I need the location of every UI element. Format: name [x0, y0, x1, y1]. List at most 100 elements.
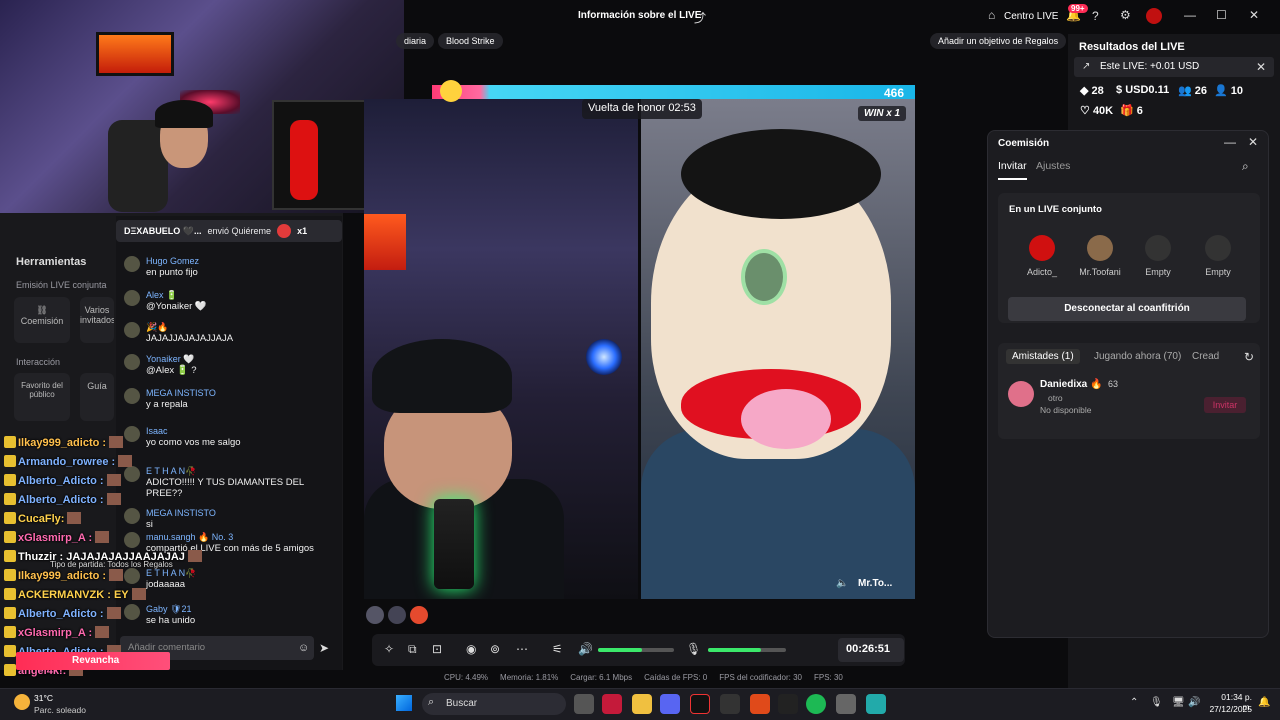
opponent-video: [641, 99, 915, 599]
overlay-text: CucaFly:: [18, 513, 65, 525]
results-earnings[interactable]: Este LIVE: +0.01 USD: [1074, 57, 1274, 77]
avatar[interactable]: [124, 354, 140, 370]
windows-start-icon[interactable]: [396, 695, 412, 711]
comment-author[interactable]: Alex 🔋: [146, 290, 177, 301]
battle-score: 466: [884, 86, 905, 100]
help-icon[interactable]: ?: [1092, 9, 1099, 23]
send-icon[interactable]: ➤: [319, 641, 329, 655]
discord-icon[interactable]: [660, 694, 680, 714]
disconnect-button[interactable]: Desconectar al coanfitrión: [1008, 297, 1246, 321]
clock-date[interactable]: 27/12/2025: [1208, 704, 1252, 714]
weather-temp: 31°C: [34, 693, 53, 703]
slot-host[interactable]: Adicto_: [1014, 235, 1070, 277]
speaker-icon[interactable]: 🔈: [836, 578, 848, 589]
home-icon[interactable]: ⌂: [988, 8, 995, 22]
slot-empty[interactable]: Empty: [1130, 235, 1186, 277]
emision-label: Emisión LIVE conjunta: [16, 280, 107, 290]
close-icon[interactable]: ✕: [1256, 60, 1266, 74]
refresh-icon[interactable]: ↻: [1244, 350, 1254, 364]
close-icon[interactable]: ✕: [1249, 8, 1259, 22]
record-icon[interactable]: ◉: [466, 642, 476, 656]
pill-blood-strike[interactable]: Blood Strike: [438, 33, 503, 49]
minimize-icon[interactable]: —: [1224, 135, 1236, 149]
users-icon: 👥: [1178, 85, 1192, 97]
opera-icon[interactable]: [602, 694, 622, 714]
share-icon[interactable]: ⤴: [694, 9, 706, 26]
invite-button[interactable]: Invitar: [1204, 397, 1246, 413]
maximize-icon[interactable]: ☐: [1216, 8, 1227, 22]
tiktok-icon[interactable]: [690, 694, 710, 714]
viewer-avatar[interactable]: [410, 606, 428, 624]
screen-icon[interactable]: ⊡: [432, 642, 442, 656]
slot-guest[interactable]: Mr.Toofani: [1072, 235, 1128, 277]
coemision-label: Coemisión: [20, 316, 64, 326]
guia-button[interactable]: Guía: [80, 373, 114, 421]
spotify-icon[interactable]: [806, 694, 826, 714]
brave-icon[interactable]: [750, 694, 770, 714]
overlay-text: Armando_rowree :: [18, 456, 116, 468]
friend-count: 63: [1108, 379, 1119, 389]
comment-author[interactable]: Yonaiker 🤍: [146, 354, 194, 365]
comment-author[interactable]: MEGA INSTISTO: [146, 388, 216, 398]
avatar[interactable]: [1008, 381, 1034, 407]
chevron-up-icon[interactable]: ⌃: [1130, 697, 1138, 708]
coin-icon: $: [1116, 84, 1123, 96]
opponent-name[interactable]: Mr.To...: [858, 578, 892, 589]
comment-author[interactable]: 🎉🔥: [146, 322, 168, 333]
avatar[interactable]: [124, 290, 140, 306]
taskbar-search[interactable]: Buscar: [422, 693, 566, 715]
app-icon[interactable]: [866, 694, 886, 714]
viewer-avatar[interactable]: [366, 606, 384, 624]
camera-icon[interactable]: ⊚: [490, 642, 500, 656]
tab-jugando[interactable]: Jugando ahora (70): [1094, 351, 1181, 362]
slot-empty[interactable]: Empty: [1190, 235, 1246, 277]
overlay-text: Alberto_Adicto :: [18, 494, 104, 506]
network-icon[interactable]: 🖥: [1172, 697, 1185, 708]
live-info-title[interactable]: Información sobre el LIVE: [578, 10, 701, 21]
mic-icon[interactable]: 🎙: [686, 642, 701, 656]
folder-icon[interactable]: [632, 694, 652, 714]
more-icon[interactable]: ⋯: [516, 642, 528, 656]
obs-icon[interactable]: [720, 694, 740, 714]
volume-icon[interactable]: 🔊: [1188, 697, 1200, 708]
notification-icon[interactable]: 🔔: [1258, 697, 1270, 708]
volume-icon[interactable]: 🔊: [578, 642, 593, 656]
comment-text: yo como vos me salgo: [146, 437, 241, 448]
mic-icon[interactable]: 🎙: [1150, 697, 1163, 708]
volume-slider[interactable]: [598, 648, 674, 652]
comment-author[interactable]: Hugo Gomez: [146, 256, 199, 266]
varios-button[interactable]: Varios invitados: [80, 297, 114, 343]
adjust-icon[interactable]: ⚟: [552, 642, 563, 656]
overlay-text: Ilkay999_adicto :: [18, 570, 107, 582]
layout-icon[interactable]: ⧉: [408, 642, 417, 657]
avatar[interactable]: [1146, 8, 1162, 24]
emote-icon: [106, 607, 121, 619]
tab-creadores[interactable]: Cread: [1192, 351, 1219, 362]
host-video: [364, 99, 638, 599]
avatar[interactable]: [124, 256, 140, 272]
emote-icon: [109, 436, 124, 448]
pill-goal[interactable]: Añadir un objetivo de Regalos: [930, 33, 1067, 49]
tab-invitar[interactable]: Invitar: [998, 160, 1027, 180]
centro-live-link[interactable]: Centro LIVE: [1004, 11, 1058, 22]
tab-amistades[interactable]: Amistades (1): [1006, 349, 1080, 364]
settings-icon[interactable]: [836, 694, 856, 714]
tab-ajustes[interactable]: Ajustes: [1036, 160, 1070, 172]
webcam-feed: [0, 0, 404, 213]
viewer-avatar[interactable]: [388, 606, 406, 624]
emote-icon: [118, 455, 133, 467]
terminal-icon[interactable]: [778, 694, 798, 714]
favorito-button[interactable]: Favorito del público: [14, 373, 70, 421]
avatar[interactable]: [124, 322, 140, 338]
emoji-icon[interactable]: ☺: [298, 642, 309, 654]
minimize-icon[interactable]: —: [1184, 8, 1196, 22]
effects-icon[interactable]: ✧: [384, 642, 394, 656]
gear-icon[interactable]: ⚙: [1120, 8, 1131, 22]
coemision-button[interactable]: ⛓ Coemisión: [14, 297, 70, 343]
taskview-icon[interactable]: [574, 694, 594, 714]
avatar[interactable]: [124, 388, 140, 404]
close-icon[interactable]: ✕: [1248, 135, 1258, 149]
mic-slider[interactable]: [708, 648, 786, 652]
search-icon[interactable]: ⌕: [1242, 159, 1249, 174]
pill-diaria[interactable]: diaria: [396, 33, 435, 49]
